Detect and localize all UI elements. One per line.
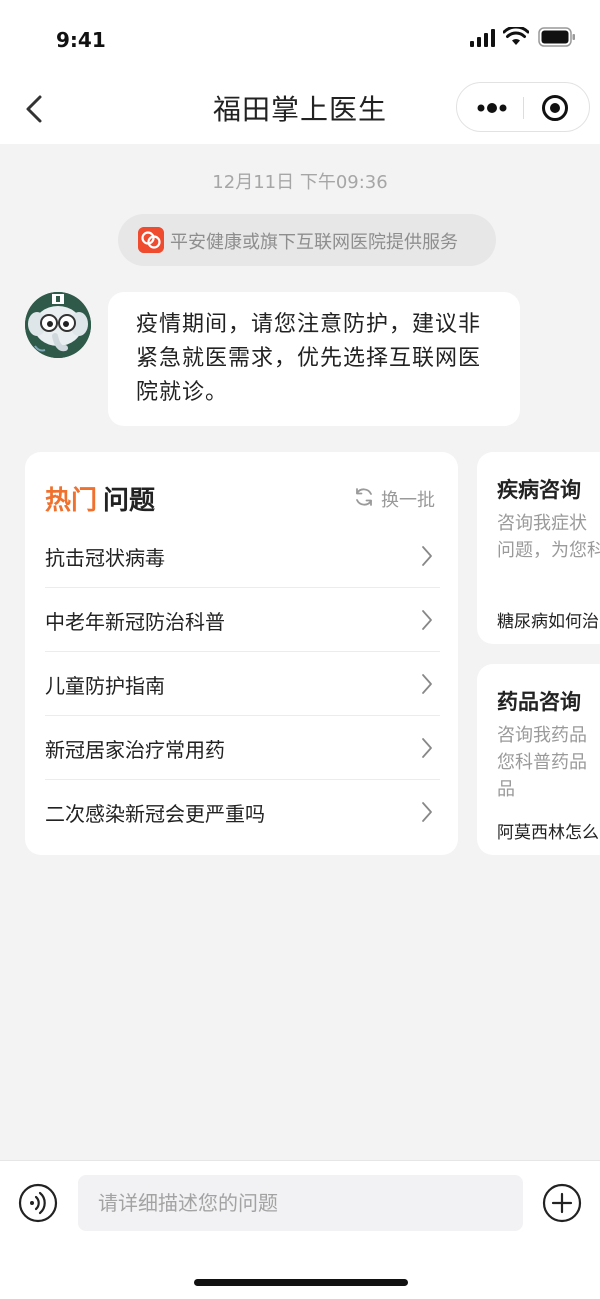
navigation-bar: 福田掌上医生 <box>0 76 600 144</box>
side-card-example[interactable]: 糖尿病如何治 <box>497 607 599 632</box>
disease-consult-card[interactable]: 疾病咨询 咨询我症状 问题，为您科 糖尿病如何治 <box>477 452 600 644</box>
status-time: 9:41 <box>56 28 106 52</box>
home-indicator <box>194 1279 408 1286</box>
question-row[interactable]: 新冠居家治疗常用药 <box>45 716 440 780</box>
voice-icon[interactable] <box>18 1183 58 1223</box>
pingan-logo-icon <box>138 227 164 253</box>
hot-questions-card: 热门 问题 换一批 抗击冠状病毒 中老年新冠防治科普 儿童防护指南 新冠居家治疗… <box>25 452 458 855</box>
hot-title-rest: 问题 <box>103 486 156 516</box>
question-row[interactable]: 抗击冠状病毒 <box>45 524 440 588</box>
question-text: 中老年新冠防治科普 <box>45 610 225 634</box>
status-bar: 9:41 <box>0 0 600 76</box>
side-card-desc: 咨询我症状 问题，为您科 <box>497 513 600 561</box>
chevron-right-icon <box>422 610 432 630</box>
capsule-divider <box>523 97 524 119</box>
question-row[interactable]: 二次感染新冠会更严重吗 <box>45 780 440 844</box>
doctor-bot-avatar <box>25 292 91 358</box>
add-icon[interactable] <box>542 1183 582 1223</box>
hot-title-accent: 热门 <box>45 486 98 516</box>
side-card-title: 药品咨询 <box>497 690 581 714</box>
service-notice-text: 平安健康或旗下互联网医院提供服务 <box>170 232 458 253</box>
service-notice: 平安健康或旗下互联网医院提供服务 <box>118 214 496 266</box>
refresh-icon[interactable] <box>353 486 375 508</box>
mini-program-capsule <box>456 82 590 132</box>
chat-timestamp: 12月11日 下午09:36 <box>212 172 388 193</box>
wifi-icon <box>503 27 529 45</box>
question-input[interactable] <box>78 1175 523 1231</box>
question-text: 儿童防护指南 <box>45 674 165 698</box>
signal-icon <box>470 29 495 47</box>
chevron-right-icon <box>422 802 432 822</box>
refresh-button[interactable]: 换一批 <box>381 486 435 512</box>
drug-consult-card[interactable]: 药品咨询 咨询我药品 您科普药品 品 阿莫西林怎么 <box>477 664 600 855</box>
chevron-right-icon <box>422 546 432 566</box>
more-icon[interactable] <box>475 97 509 119</box>
question-row[interactable]: 儿童防护指南 <box>45 652 440 716</box>
question-text: 新冠居家治疗常用药 <box>45 738 225 762</box>
page-title: 福田掌上医生 <box>212 93 387 126</box>
close-target-icon[interactable] <box>541 94 569 122</box>
question-text: 二次感染新冠会更严重吗 <box>45 802 265 826</box>
back-icon[interactable] <box>20 91 50 127</box>
question-row[interactable]: 中老年新冠防治科普 <box>45 588 440 652</box>
input-bar <box>0 1160 600 1299</box>
chevron-right-icon <box>422 738 432 758</box>
side-card-desc: 咨询我药品 您科普药品 品 <box>497 725 587 800</box>
question-text: 抗击冠状病毒 <box>45 546 165 570</box>
bot-message-text: 疫情期间，请您注意防护，建议非紧急就医需求，优先选择互联网医院就诊。 <box>136 312 482 405</box>
side-card-title: 疾病咨询 <box>497 478 581 502</box>
chevron-right-icon <box>422 674 432 694</box>
battery-icon <box>538 27 575 47</box>
side-card-example[interactable]: 阿莫西林怎么 <box>497 818 599 843</box>
bot-message-bubble: 疫情期间，请您注意防护，建议非紧急就医需求，优先选择互联网医院就诊。 <box>108 292 520 426</box>
